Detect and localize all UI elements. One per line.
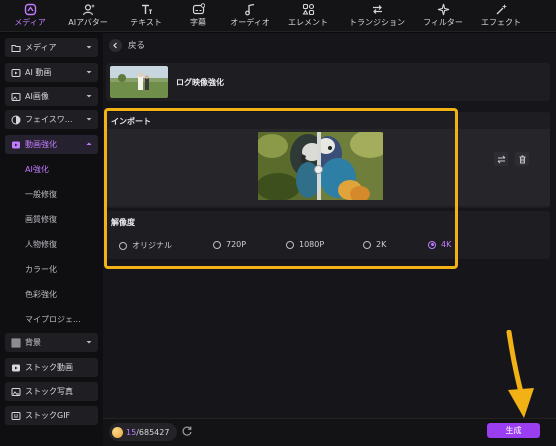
sidebar-item-label: ストック写真 <box>25 387 73 396</box>
refresh-icon[interactable] <box>181 425 193 437</box>
ai-video-icon <box>11 68 21 78</box>
sidebar-item-face-swap[interactable]: フェイスワ... <box>5 110 98 129</box>
tab-ai-avatar-label: AIアバター <box>68 18 108 27</box>
tab-media[interactable]: メディア <box>4 0 56 31</box>
sub-item-colorize[interactable]: カラー化 <box>25 264 57 275</box>
chevron-left-icon <box>113 42 117 48</box>
tab-audio-label: オーディオ <box>230 18 270 27</box>
sidebar-item-label: AI画像 <box>25 92 49 101</box>
tab-transition[interactable]: トランジション <box>340 0 414 31</box>
back-button[interactable] <box>109 38 122 52</box>
sidebar-item-label: ストックGIF <box>25 411 71 420</box>
video-enhance-icon <box>11 140 21 150</box>
coin-icon <box>112 426 123 438</box>
annotation-arrow-icon <box>506 330 534 418</box>
sidebar-item-ai-video[interactable]: AI 動画 <box>5 63 98 82</box>
credits-current: 15 <box>126 427 137 437</box>
sidebar-item-label: 動画強化 <box>25 140 57 149</box>
effect-icon <box>494 3 508 16</box>
sub-item-general-repair[interactable]: 一般修復 <box>25 189 57 200</box>
tab-audio[interactable]: オーディオ <box>224 0 276 31</box>
tab-subtitle[interactable]: 字幕 <box>172 0 224 31</box>
highlight-box <box>104 108 458 269</box>
tab-filter-label: フィルター <box>423 18 463 27</box>
tab-element[interactable]: エレメント <box>276 0 340 31</box>
swap-button[interactable] <box>494 152 508 166</box>
sub-item-color-enhance[interactable]: 色彩強化 <box>25 289 57 300</box>
delete-button[interactable] <box>515 152 529 166</box>
sub-item-portrait-repair[interactable]: 人物修復 <box>25 239 57 250</box>
tab-effect-label: エフェクト <box>481 18 521 27</box>
subtitle-icon <box>191 3 205 16</box>
sidebar-item-label: フェイスワ... <box>25 115 73 124</box>
text-icon <box>139 3 153 16</box>
stock-photo-icon <box>11 387 21 397</box>
sidebar-item-media[interactable]: メディア <box>5 38 98 57</box>
sidebar-item-label: AI 動画 <box>25 68 52 77</box>
tab-element-label: エレメント <box>288 18 328 27</box>
stock-video-icon <box>11 363 21 373</box>
chevron-down-icon <box>86 71 92 74</box>
tab-effect[interactable]: エフェクト <box>472 0 530 31</box>
sidebar-item-label: ストック動画 <box>25 363 73 372</box>
trash-icon <box>519 155 525 163</box>
media-icon <box>23 3 37 16</box>
credits-badge[interactable]: 15/685427 <box>109 423 177 441</box>
tab-text-label: テキスト <box>130 18 162 27</box>
sidebar-item-stock-photo[interactable]: ストック写真 <box>5 382 98 401</box>
chevron-down-icon <box>86 46 92 49</box>
sidebar-item-video-enhance[interactable]: 動画強化 <box>5 135 98 154</box>
background-icon <box>11 338 21 348</box>
element-icon <box>301 3 315 16</box>
chevron-down-icon <box>86 118 92 121</box>
back-bar: 戻る <box>103 33 556 57</box>
chevron-up-icon <box>86 142 92 145</box>
credits-total: /685427 <box>136 427 170 437</box>
feature-title: ログ映像強化 <box>176 78 224 87</box>
sidebar-item-label: メディア <box>25 43 57 52</box>
sidebar-item-ai-image[interactable]: AI画像 <box>5 87 98 106</box>
chevron-down-icon <box>86 341 92 344</box>
chevron-down-icon <box>86 95 92 98</box>
sidebar-item-stock-video[interactable]: ストック動画 <box>5 358 98 377</box>
sidebar-item-background[interactable]: 背景 <box>5 333 98 352</box>
feature-thumbnail <box>110 66 168 98</box>
back-label[interactable]: 戻る <box>128 39 145 51</box>
ai-image-icon <box>11 92 21 102</box>
tab-media-label: メディア <box>14 18 46 27</box>
audio-icon <box>243 3 257 16</box>
bottom-bar: 15/685427 生成 <box>103 418 556 446</box>
swap-icon <box>497 155 505 163</box>
tab-subtitle-label: 字幕 <box>190 18 206 27</box>
sidebar-item-label: 背景 <box>25 338 41 347</box>
sub-item-my-projects[interactable]: マイプロジェ... <box>25 314 81 325</box>
sub-item-quality-repair[interactable]: 画質修復 <box>25 214 57 225</box>
tab-ai-avatar[interactable]: AIアバター <box>56 0 120 31</box>
generate-button[interactable]: 生成 <box>487 423 540 438</box>
folder-icon <box>11 43 21 53</box>
ai-avatar-icon <box>81 3 95 16</box>
sidebar-item-stock-gif[interactable]: ストックGIF <box>5 406 98 425</box>
filter-icon <box>436 3 450 16</box>
tab-text[interactable]: テキスト <box>120 0 172 31</box>
tab-filter[interactable]: フィルター <box>414 0 472 31</box>
feature-row[interactable]: ログ映像強化 <box>106 63 550 101</box>
sidebar: メディア AI 動画 AI画像 フェイスワ... 動画強化 AI強化 一般修復 … <box>0 33 103 446</box>
transition-icon <box>370 3 384 16</box>
stock-gif-icon <box>11 411 21 421</box>
top-toolbar: メディア AIアバター テキスト 字幕 オーディオ エレメント トランジション … <box>0 0 556 32</box>
tab-transition-label: トランジション <box>349 18 405 27</box>
face-swap-icon <box>11 115 21 125</box>
sub-item-ai-enhance[interactable]: AI強化 <box>25 164 49 175</box>
